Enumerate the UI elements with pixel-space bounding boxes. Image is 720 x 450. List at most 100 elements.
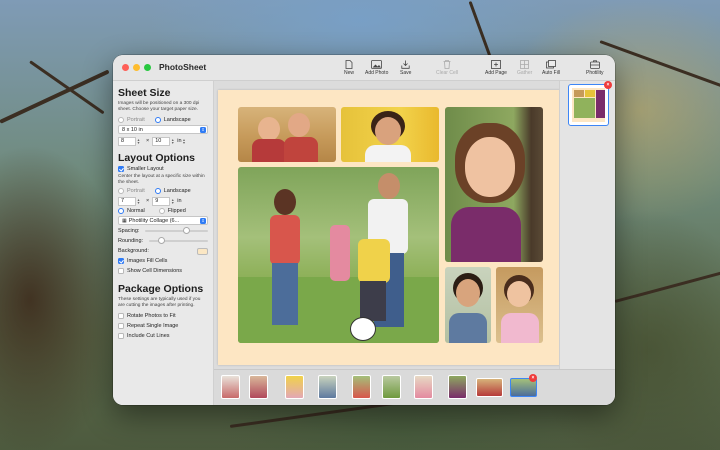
layout-canvas bbox=[214, 81, 562, 369]
auto-fill-icon bbox=[546, 58, 556, 70]
film-thumbnail[interactable] bbox=[285, 375, 304, 399]
gather-icon bbox=[520, 58, 530, 70]
sheet-height-stepper[interactable]: ▴ ▾ bbox=[170, 137, 175, 146]
gather-button[interactable]: Gather bbox=[517, 58, 532, 80]
layout-options-title: Layout Options bbox=[118, 152, 195, 164]
flipped-radio[interactable] bbox=[158, 208, 165, 214]
photo-cell-girl-pink[interactable] bbox=[496, 267, 543, 343]
new-label: New bbox=[344, 70, 355, 76]
smaller-layout-checkbox[interactable] bbox=[118, 166, 124, 172]
spacing-label: Spacing: bbox=[118, 228, 140, 234]
sheet-times-label: × bbox=[146, 138, 150, 144]
normal-radio[interactable] bbox=[118, 208, 124, 214]
save-icon bbox=[401, 58, 410, 70]
save-label: Save bbox=[400, 70, 412, 76]
repeat-image-label: Repeat Single Image bbox=[127, 323, 179, 329]
photo-cell-boys-in-field[interactable] bbox=[238, 107, 336, 162]
photility-label: Photility bbox=[586, 70, 604, 76]
new-button[interactable]: New bbox=[344, 58, 354, 80]
add-photo-button[interactable]: Add Photo bbox=[365, 58, 388, 80]
close-window-button[interactable] bbox=[122, 64, 129, 71]
layout-width-stepper[interactable]: ▴ ▾ bbox=[136, 197, 141, 206]
sheet-landscape-radio[interactable] bbox=[154, 117, 161, 123]
clear-cell-button[interactable]: Clear Cell bbox=[436, 58, 458, 80]
rounding-label: Rounding: bbox=[118, 238, 144, 244]
settings-sidebar: Sheet Size Images will be positioned on … bbox=[113, 81, 214, 405]
layout-hint: Center the layout at a specific size wit… bbox=[118, 174, 205, 185]
add-page-icon bbox=[491, 58, 501, 70]
photo-cell-boy-fence[interactable] bbox=[445, 267, 491, 343]
layout-height-stepper[interactable]: ▴ ▾ bbox=[170, 197, 175, 206]
layout-unit-label: in bbox=[177, 198, 182, 204]
sheet-height-field[interactable]: 10 bbox=[152, 136, 171, 146]
show-cell-dimensions-checkbox[interactable] bbox=[118, 268, 124, 274]
cut-lines-checkbox[interactable] bbox=[118, 333, 124, 339]
unit-stepper[interactable]: ▴ ▾ bbox=[182, 137, 187, 146]
paper-size-value: 8 x 10 in bbox=[122, 126, 143, 133]
layout-width-field[interactable]: 7 bbox=[118, 196, 136, 206]
film-thumbnail[interactable] bbox=[476, 378, 503, 397]
cut-lines-label: Include Cut Lines bbox=[127, 333, 170, 339]
photosheet-window: PhotoSheet New Add Photo Save Clear Cell bbox=[113, 55, 615, 405]
sheet-portrait-label: Portrait bbox=[127, 117, 145, 123]
film-thumbnail[interactable] bbox=[352, 375, 371, 399]
flipped-label: Flipped bbox=[167, 208, 186, 214]
auto-fill-label: Auto Fill bbox=[542, 70, 561, 76]
clear-cell-label: Clear Cell bbox=[436, 70, 458, 76]
images-fill-cells-label: Images Fill Cells bbox=[127, 258, 168, 264]
photo-cell-girl-portrait[interactable] bbox=[445, 107, 543, 262]
zoom-window-button[interactable] bbox=[144, 64, 151, 71]
chevron-updown-icon: ⇕ bbox=[200, 218, 206, 224]
layout-times-label: × bbox=[146, 198, 150, 204]
film-thumbnail[interactable] bbox=[318, 375, 337, 399]
layout-landscape-label: Landscape bbox=[163, 188, 191, 194]
photo-sheet[interactable] bbox=[218, 90, 562, 365]
grid-icon: ▦ bbox=[122, 217, 127, 224]
gather-label: Gather bbox=[517, 70, 533, 76]
film-thumbnail[interactable] bbox=[221, 375, 240, 399]
template-select[interactable]: ▦ Photility Collage (6... ⇕ bbox=[118, 216, 208, 225]
layout-portrait-radio[interactable] bbox=[118, 188, 124, 194]
sheet-width-field[interactable]: 8 bbox=[118, 136, 136, 146]
rounding-slider[interactable] bbox=[149, 237, 208, 244]
background-color-well[interactable] bbox=[197, 247, 208, 255]
photo-cell-family-soccer[interactable] bbox=[238, 167, 439, 343]
images-fill-cells-checkbox[interactable] bbox=[118, 258, 124, 264]
template-value: Photility Collage (6... bbox=[128, 217, 180, 224]
sheet-width-stepper[interactable]: ▴ ▾ bbox=[136, 137, 141, 146]
sheet-size-title: Sheet Size bbox=[118, 87, 171, 99]
layout-height-field[interactable]: 9 bbox=[152, 196, 171, 206]
film-thumbnail[interactable] bbox=[382, 375, 401, 399]
chevron-updown-icon: ⇕ bbox=[200, 127, 206, 133]
photo-filmstrip: × bbox=[214, 369, 615, 405]
save-button[interactable]: Save bbox=[400, 58, 411, 80]
auto-fill-button[interactable]: Auto Fill bbox=[542, 58, 560, 80]
show-cell-dimensions-label: Show Cell Dimensions bbox=[127, 268, 183, 274]
window-title: PhotoSheet bbox=[159, 62, 207, 72]
layout-landscape-radio[interactable] bbox=[154, 188, 161, 194]
rotate-photos-checkbox[interactable] bbox=[118, 313, 124, 319]
package-hint: These settings are typically used if you… bbox=[118, 297, 201, 308]
remove-photo-button[interactable]: × bbox=[529, 374, 537, 382]
normal-label: Normal bbox=[127, 208, 145, 214]
page-thumbnail-1[interactable]: × bbox=[568, 81, 612, 126]
repeat-image-checkbox[interactable] bbox=[118, 323, 124, 329]
film-thumbnail[interactable] bbox=[448, 375, 467, 399]
minimize-window-button[interactable] bbox=[133, 64, 140, 71]
spacing-slider[interactable] bbox=[145, 227, 208, 234]
photo-icon bbox=[371, 58, 383, 70]
sheet-portrait-radio[interactable] bbox=[118, 117, 124, 123]
photo-cell-girl-smiling[interactable] bbox=[341, 107, 439, 162]
trash-icon bbox=[443, 58, 451, 70]
layout-portrait-label: Portrait bbox=[127, 188, 145, 194]
remove-page-button[interactable]: × bbox=[604, 81, 612, 89]
photility-button[interactable]: Photility bbox=[586, 58, 604, 80]
add-page-button[interactable]: Add Page bbox=[485, 58, 507, 80]
add-page-label: Add Page bbox=[485, 70, 507, 76]
new-document-icon bbox=[345, 58, 353, 70]
paper-size-select[interactable]: 8 x 10 in ⇕ bbox=[118, 125, 208, 134]
add-photo-label: Add Photo bbox=[365, 70, 389, 76]
film-thumbnail[interactable] bbox=[414, 375, 433, 399]
rotate-photos-label: Rotate Photos to Fit bbox=[127, 313, 176, 319]
film-thumbnail[interactable] bbox=[249, 375, 268, 399]
